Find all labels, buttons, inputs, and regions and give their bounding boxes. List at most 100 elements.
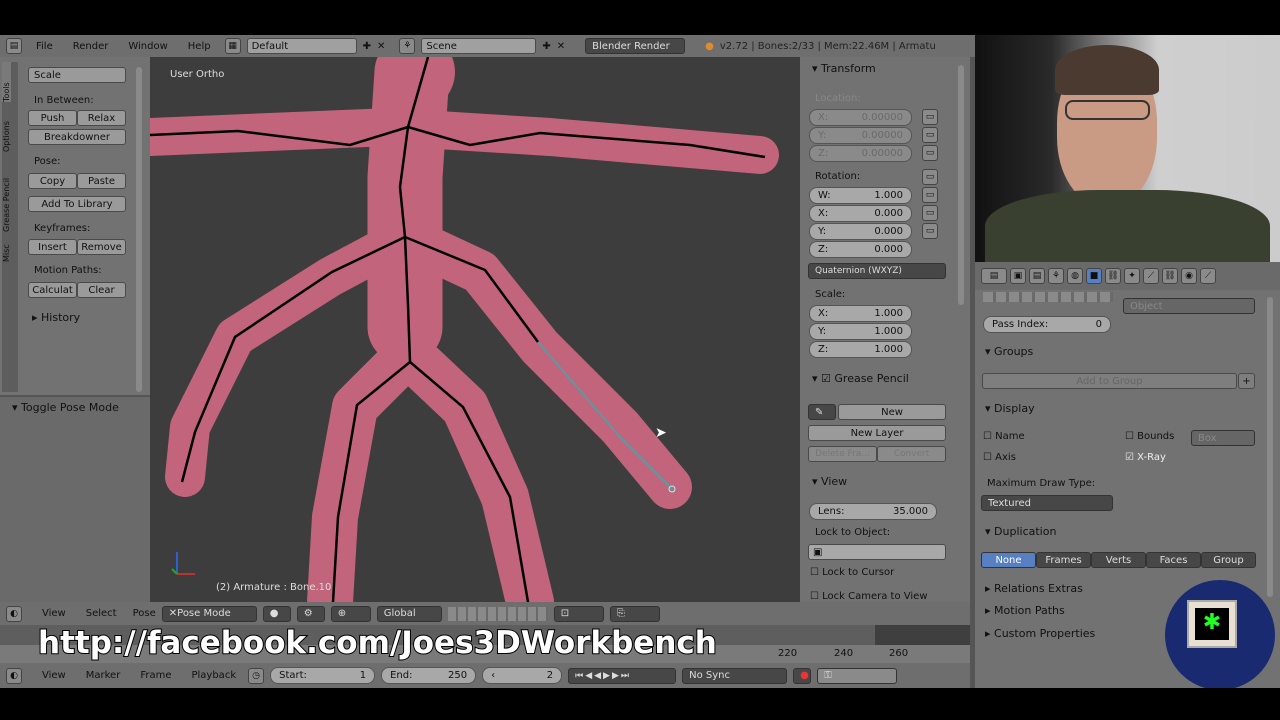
lock-icon[interactable]: ▭ bbox=[922, 223, 938, 239]
bounds-type-select[interactable]: Box bbox=[1191, 430, 1255, 446]
bounds-checkbox[interactable]: ☐ Bounds bbox=[1125, 431, 1174, 442]
layers-tab-icon[interactable]: ▤ bbox=[1029, 268, 1045, 284]
lock-icon[interactable]: ▭ bbox=[922, 145, 938, 161]
tab-options[interactable]: Options bbox=[2, 102, 11, 152]
scale-y-field[interactable]: Y: 1.000 bbox=[809, 323, 912, 340]
groups-header[interactable]: ▾ Groups bbox=[985, 345, 1033, 358]
record-button[interactable]: ● bbox=[793, 667, 812, 684]
rotation-y-field[interactable]: Y: 0.000 bbox=[809, 223, 912, 240]
lock-camera-checkbox[interactable]: ☐ Lock Camera to View bbox=[810, 591, 928, 602]
manipulator-toggle[interactable]: ⊕ bbox=[330, 605, 371, 622]
material-tab-icon[interactable]: ◉ bbox=[1181, 268, 1197, 284]
custom-properties-header[interactable]: ▸ Custom Properties bbox=[985, 627, 1095, 640]
rotation-z-field[interactable]: Z: 0.000 bbox=[809, 241, 912, 258]
menu-view[interactable]: View bbox=[42, 670, 66, 681]
menu-frame[interactable]: Frame bbox=[140, 670, 171, 681]
menu-view[interactable]: View bbox=[42, 608, 66, 619]
editor-type-icon[interactable]: ▤ bbox=[981, 268, 1007, 284]
dup-group[interactable]: Group bbox=[1201, 552, 1256, 568]
menu-pose[interactable]: Pose bbox=[133, 608, 156, 619]
lock-icon[interactable]: ▭ bbox=[922, 187, 938, 203]
breakdowner-button[interactable]: Breakdowner bbox=[28, 129, 126, 145]
grease-pencil-header[interactable]: ▾ ☑ Grease Pencil bbox=[812, 372, 909, 385]
parent-type-select[interactable]: Object bbox=[1123, 298, 1255, 314]
duplication-header[interactable]: ▾ Duplication bbox=[985, 525, 1056, 538]
scale-z-field[interactable]: Z: 1.000 bbox=[809, 341, 912, 358]
properties-scrollbar[interactable] bbox=[1267, 297, 1273, 597]
calculate-button[interactable]: Calculat bbox=[28, 282, 77, 298]
bone-tab-icon[interactable]: ⟋ bbox=[1143, 268, 1159, 284]
convert-button[interactable]: Convert bbox=[877, 446, 946, 462]
keying-set-field[interactable]: ⚿ bbox=[817, 667, 898, 684]
new-layer-button[interactable]: New Layer bbox=[808, 425, 946, 441]
name-checkbox[interactable]: ☐ Name bbox=[983, 431, 1025, 442]
shelf-scrollbar[interactable] bbox=[958, 65, 964, 305]
add-group-icon[interactable]: + bbox=[1238, 373, 1255, 389]
scene-select[interactable]: Scene bbox=[421, 38, 537, 54]
scene-icon[interactable]: ⚘ bbox=[399, 38, 416, 54]
push-button[interactable]: Push bbox=[28, 110, 77, 126]
pass-index-field[interactable]: Pass Index: 0 bbox=[983, 316, 1111, 333]
constraints-tab-icon[interactable]: ⛓ bbox=[1105, 268, 1121, 284]
layer-buttons[interactable] bbox=[983, 292, 1113, 302]
motion-paths-header[interactable]: ▸ Motion Paths bbox=[985, 604, 1065, 617]
remove-button[interactable]: Remove bbox=[77, 239, 126, 255]
layout-select[interactable]: Default bbox=[246, 38, 357, 54]
dup-none[interactable]: None bbox=[981, 552, 1036, 568]
bone-constraint-tab-icon[interactable]: ⛓ bbox=[1162, 268, 1178, 284]
layer-buttons[interactable] bbox=[447, 606, 548, 621]
tab-tools[interactable]: Tools bbox=[2, 62, 11, 102]
menu-select[interactable]: Select bbox=[86, 608, 117, 619]
display-header[interactable]: ▾ Display bbox=[985, 402, 1035, 415]
dup-frames[interactable]: Frames bbox=[1036, 552, 1091, 568]
menu-file[interactable]: File bbox=[36, 41, 53, 52]
location-z-field[interactable]: Z: 0.00000 bbox=[809, 145, 912, 162]
mode-select[interactable]: ✕ Pose Mode bbox=[161, 605, 257, 622]
view-header[interactable]: ▾ View bbox=[812, 475, 847, 488]
editor-type-icon[interactable]: ◐ bbox=[6, 605, 22, 622]
3d-viewport[interactable]: User Ortho (2) Armature : Bone.10 ➤ bbox=[150, 57, 800, 602]
lock-icons[interactable]: ▭ ▭ ▭ ▭ ▭ ▭ ▭ bbox=[922, 109, 946, 239]
pivot-select[interactable]: ⚙ bbox=[296, 605, 325, 622]
layout-icon[interactable]: ▦ bbox=[224, 38, 241, 54]
lock-icon[interactable]: ▭ bbox=[922, 109, 938, 125]
location-y-field[interactable]: Y: 0.00000 bbox=[809, 127, 912, 144]
lock-icon[interactable]: ▭ bbox=[922, 127, 938, 143]
transform-header[interactable]: ▾ Transform bbox=[812, 62, 876, 75]
shading-select[interactable]: ● bbox=[262, 605, 291, 622]
menu-render[interactable]: Render bbox=[73, 41, 109, 52]
history-panel-toggle[interactable]: ▸ History bbox=[32, 311, 80, 324]
grease-pencil-draw-icon[interactable]: ✎ bbox=[808, 404, 836, 420]
lock-icon[interactable]: ▭ bbox=[922, 205, 938, 221]
preview-range-icon[interactable]: ◷ bbox=[248, 667, 265, 684]
playback-controls[interactable]: ⏮◀◀▶▶⏭ bbox=[568, 667, 677, 684]
relations-extras-header[interactable]: ▸ Relations Extras bbox=[985, 582, 1083, 595]
physics-tab-icon[interactable]: ⟋ bbox=[1200, 268, 1216, 284]
lens-field[interactable]: Lens: 35.000 bbox=[809, 503, 937, 520]
insert-button[interactable]: Insert bbox=[28, 239, 77, 255]
menu-window[interactable]: Window bbox=[128, 41, 167, 52]
lock-icon[interactable]: ▭ bbox=[922, 169, 938, 185]
copy-button[interactable]: Copy bbox=[28, 173, 77, 189]
timeline[interactable]: 220 240 260 http://facebook.com/Joes3DWo… bbox=[0, 624, 970, 663]
world-tab-icon[interactable]: ◍ bbox=[1067, 268, 1083, 284]
orientation-select[interactable]: Global bbox=[376, 605, 442, 622]
scale-x-field[interactable]: X: 1.000 bbox=[809, 305, 912, 322]
add-layout-icon[interactable]: ✚ bbox=[363, 41, 371, 52]
tool-shelf-scrollbar[interactable] bbox=[136, 67, 142, 392]
data-tab-icon[interactable]: ✦ bbox=[1124, 268, 1140, 284]
start-frame-field[interactable]: Start: 1 bbox=[270, 667, 376, 684]
menu-help[interactable]: Help bbox=[188, 41, 211, 52]
max-draw-type-select[interactable]: Textured bbox=[981, 495, 1113, 511]
location-x-field[interactable]: X: 0.00000 bbox=[809, 109, 912, 126]
editor-type-icon[interactable]: ▤ bbox=[6, 38, 22, 54]
menu-playback[interactable]: Playback bbox=[191, 670, 236, 681]
render-tab-icon[interactable]: ▣ bbox=[1010, 268, 1026, 284]
rotation-w-field[interactable]: W: 1.000 bbox=[809, 187, 912, 204]
grease-pencil-new-button[interactable]: New bbox=[838, 404, 946, 420]
delete-frame-button[interactable]: Delete Fra... bbox=[808, 446, 877, 462]
rotation-x-field[interactable]: X: 0.000 bbox=[809, 205, 912, 222]
add-to-group-button[interactable]: Add to Group bbox=[982, 373, 1237, 389]
snap-toggle[interactable]: ⊡ bbox=[553, 605, 604, 622]
menu-marker[interactable]: Marker bbox=[86, 670, 121, 681]
